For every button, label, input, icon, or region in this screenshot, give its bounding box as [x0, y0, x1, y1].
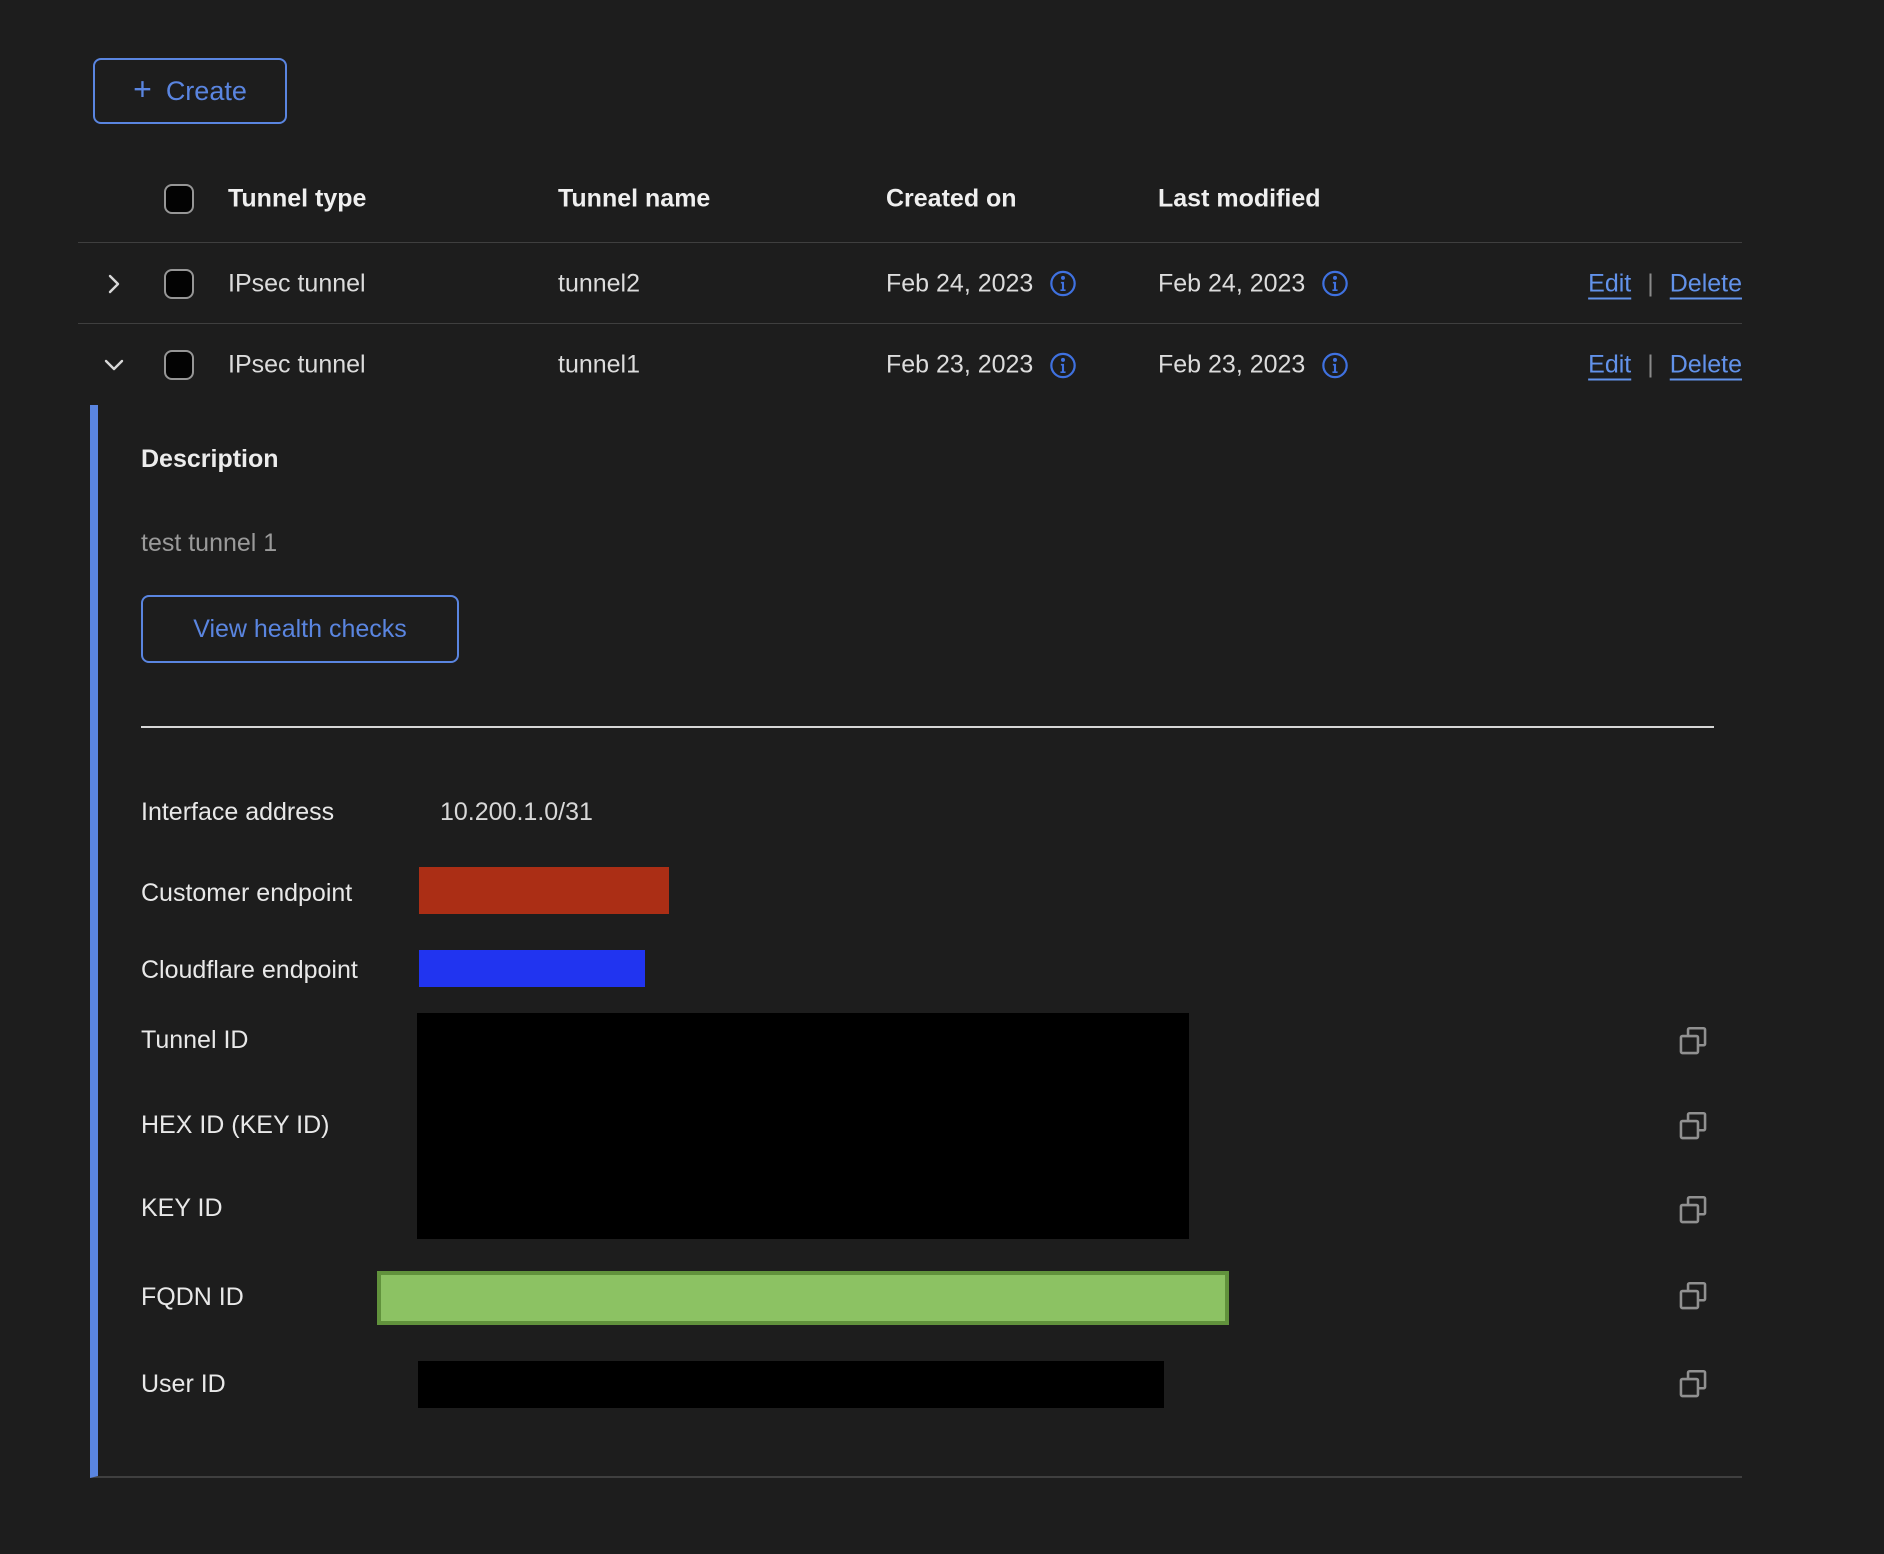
expand-row-button[interactable] [100, 270, 128, 298]
fqdn-id-redaction [377, 1271, 1229, 1325]
plus-icon: + [133, 73, 152, 105]
table-row: IPsec tunnel tunnel2 Feb 24, 2023 Feb 24… [78, 244, 1742, 324]
tunnels-page: + Create Tunnel type Tunnel name Created… [0, 0, 1884, 1554]
copy-icon [1676, 1109, 1710, 1143]
edit-link[interactable]: Edit [1588, 351, 1631, 380]
column-header-created-on: Created on [886, 184, 1017, 213]
info-icon [1321, 351, 1349, 379]
edit-link[interactable]: Edit [1588, 269, 1631, 298]
description-value: test tunnel 1 [141, 529, 277, 558]
customer-endpoint-label: Customer endpoint [141, 879, 352, 908]
last-modified-date: Feb 24, 2023 [1158, 269, 1305, 298]
expanded-tunnel-details: Description test tunnel 1 View health ch… [90, 405, 1742, 1478]
interface-address-value: 10.200.1.0/31 [440, 798, 593, 827]
description-label: Description [141, 445, 279, 474]
info-button[interactable] [1321, 351, 1349, 379]
id-values-redaction [417, 1013, 1189, 1239]
row-checkbox[interactable] [164, 350, 194, 380]
hex-id-label: HEX ID (KEY ID) [141, 1111, 329, 1140]
create-button-label: Create [166, 76, 247, 107]
copy-fqdn-id-button[interactable] [1676, 1279, 1710, 1313]
customer-endpoint-redaction [419, 867, 669, 914]
tunnel-id-label: Tunnel ID [141, 1026, 248, 1055]
copy-icon [1676, 1193, 1710, 1227]
column-header-tunnel-name: Tunnel name [558, 184, 710, 213]
user-id-redaction [418, 1361, 1164, 1408]
copy-user-id-button[interactable] [1676, 1367, 1710, 1401]
key-id-label: KEY ID [141, 1194, 223, 1223]
column-header-tunnel-type: Tunnel type [228, 184, 366, 213]
chevron-down-icon [101, 352, 127, 378]
copy-key-id-button[interactable] [1676, 1193, 1710, 1227]
tunnel-type-cell: IPsec tunnel [228, 269, 366, 298]
fqdn-id-label: FQDN ID [141, 1283, 244, 1312]
row-actions: Edit | Delete [1588, 269, 1742, 298]
chevron-right-icon [101, 271, 127, 297]
info-icon [1049, 351, 1077, 379]
user-id-label: User ID [141, 1370, 226, 1399]
info-icon [1049, 270, 1077, 298]
created-on-date: Feb 24, 2023 [886, 269, 1033, 298]
last-modified-cell: Feb 23, 2023 [1158, 351, 1349, 380]
row-actions: Edit | Delete [1588, 351, 1742, 380]
info-button[interactable] [1321, 270, 1349, 298]
view-health-checks-button[interactable]: View health checks [141, 595, 459, 663]
delete-link[interactable]: Delete [1670, 351, 1742, 380]
copy-icon [1676, 1367, 1710, 1401]
copy-tunnel-id-button[interactable] [1676, 1024, 1710, 1058]
last-modified-date: Feb 23, 2023 [1158, 351, 1305, 380]
select-all-checkbox[interactable] [164, 184, 194, 214]
column-header-last-modified: Last modified [1158, 184, 1321, 213]
section-divider [141, 726, 1714, 728]
collapse-row-button[interactable] [100, 351, 128, 379]
info-button[interactable] [1049, 351, 1077, 379]
last-modified-cell: Feb 24, 2023 [1158, 269, 1349, 298]
copy-hex-id-button[interactable] [1676, 1109, 1710, 1143]
table-header: Tunnel type Tunnel name Created on Last … [78, 155, 1742, 243]
created-on-cell: Feb 24, 2023 [886, 269, 1077, 298]
delete-link[interactable]: Delete [1670, 269, 1742, 298]
table-row: IPsec tunnel tunnel1 Feb 23, 2023 Feb 23… [78, 325, 1742, 405]
copy-icon [1676, 1279, 1710, 1313]
tunnel-name-cell: tunnel1 [558, 351, 640, 380]
row-checkbox[interactable] [164, 269, 194, 299]
created-on-date: Feb 23, 2023 [886, 351, 1033, 380]
create-button[interactable]: + Create [93, 58, 287, 124]
created-on-cell: Feb 23, 2023 [886, 351, 1077, 380]
copy-icon [1676, 1024, 1710, 1058]
info-button[interactable] [1049, 270, 1077, 298]
interface-address-label: Interface address [141, 798, 334, 827]
action-separator: | [1647, 269, 1654, 298]
cloudflare-endpoint-redaction [419, 950, 645, 987]
info-icon [1321, 270, 1349, 298]
tunnel-type-cell: IPsec tunnel [228, 351, 366, 380]
tunnel-name-cell: tunnel2 [558, 269, 640, 298]
action-separator: | [1647, 351, 1654, 380]
cloudflare-endpoint-label: Cloudflare endpoint [141, 956, 358, 985]
